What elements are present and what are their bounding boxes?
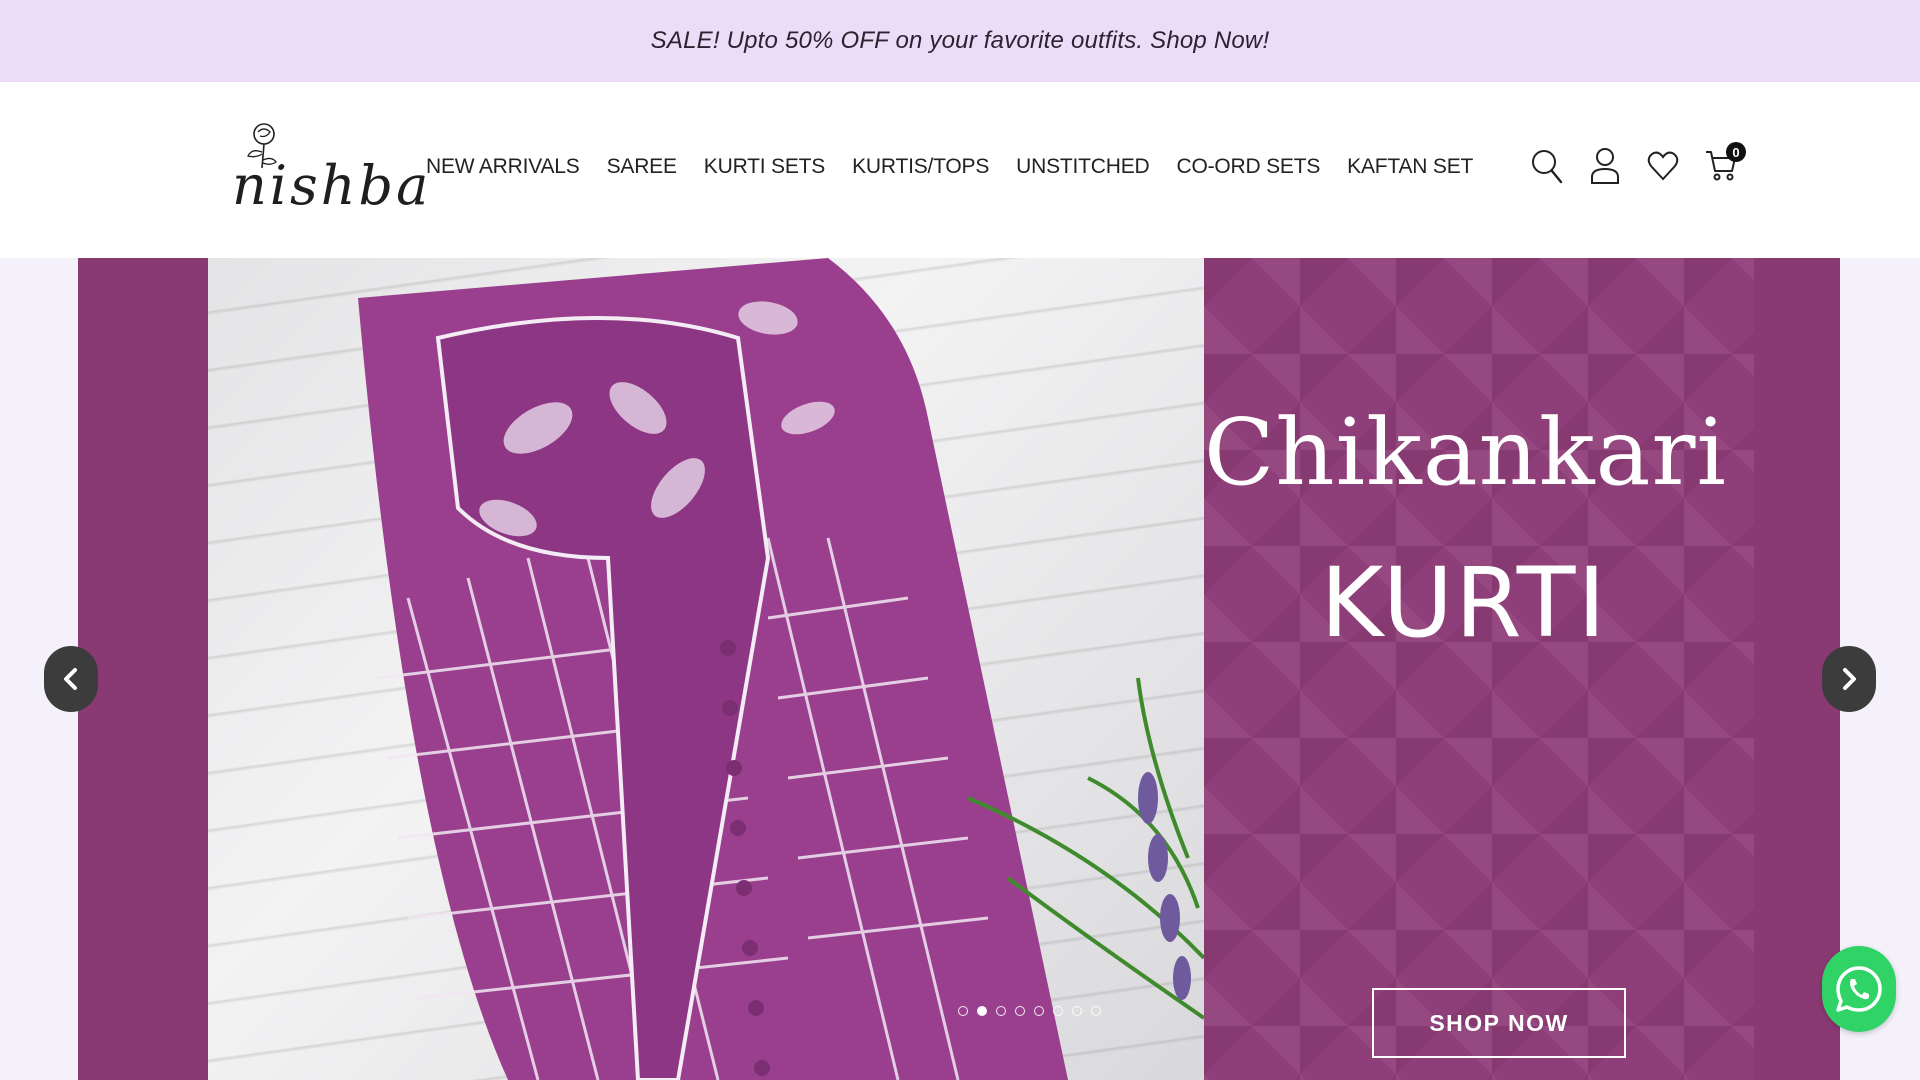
hero-headline: Chikankari [1204, 399, 1727, 506]
slider-dot[interactable] [996, 1006, 1006, 1016]
search-icon [1532, 150, 1563, 184]
slider-dot-active[interactable] [977, 1006, 987, 1016]
kurti-product-photo [208, 258, 1204, 1080]
site-logo[interactable]: nishba [232, 118, 432, 228]
cart-count-badge: 0 [1726, 142, 1746, 162]
slider-dot[interactable] [1091, 1006, 1101, 1016]
site-header: nishba NEW ARRIVALS SAREE KURTI SETS KUR… [0, 82, 1920, 258]
slider-dot[interactable] [958, 1006, 968, 1016]
main-nav: NEW ARRIVALS SAREE KURTI SETS KURTIS/TOP… [426, 152, 1500, 182]
nav-co-ord-sets[interactable]: CO-ORD SETS [1177, 152, 1321, 182]
account-icon [1591, 148, 1619, 184]
nav-kurti-sets[interactable]: KURTI SETS [704, 152, 826, 182]
shop-now-button[interactable]: SHOP NOW [1372, 988, 1626, 1058]
announcement-text[interactable]: SALE! Upto 50% OFF on your favorite outf… [651, 27, 1270, 55]
hero-banner[interactable]: Chikankari KURTI SHOP NOW [78, 258, 1840, 1080]
kurti-illustration [358, 258, 1204, 1080]
pattern-panel [1204, 258, 1754, 1080]
wishlist-icon [1647, 151, 1679, 181]
hero-subline: KURTI [1320, 547, 1608, 659]
nav-new-arrivals[interactable]: NEW ARRIVALS [426, 152, 580, 182]
logo-wordmark: nishba [232, 154, 432, 217]
announcement-bar[interactable]: SALE! Upto 50% OFF on your favorite outf… [0, 0, 1920, 82]
nav-saree[interactable]: SAREE [607, 152, 677, 182]
slider-dot[interactable] [1034, 1006, 1044, 1016]
whatsapp-chat-button[interactable] [1822, 946, 1896, 1032]
chevron-left-icon [64, 668, 77, 690]
search-button[interactable] [1530, 146, 1564, 186]
slider-dot[interactable] [1015, 1006, 1025, 1016]
nav-kurtis-tops[interactable]: KURTIS/TOPS [852, 152, 989, 182]
whatsapp-icon [1836, 966, 1882, 1012]
chevron-right-icon [1843, 668, 1856, 690]
account-button[interactable] [1588, 146, 1622, 186]
wishlist-button[interactable] [1646, 146, 1680, 186]
slider-dot[interactable] [1053, 1006, 1063, 1016]
header-icons: 0 [1530, 142, 1746, 186]
cart-button[interactable]: 0 [1704, 142, 1746, 186]
slider-dots [958, 1006, 1101, 1016]
slider-next-button[interactable] [1822, 646, 1876, 712]
nav-kaftan-set[interactable]: KAFTAN SET [1347, 152, 1473, 182]
slider-dot[interactable] [1072, 1006, 1082, 1016]
nav-unstitched[interactable]: UNSTITCHED [1016, 152, 1150, 182]
slider-prev-button[interactable] [44, 646, 98, 712]
